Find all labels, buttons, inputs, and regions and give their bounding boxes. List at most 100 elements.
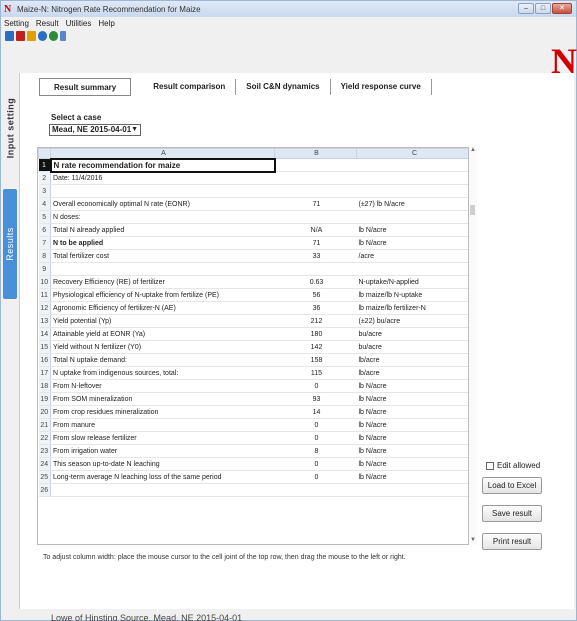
grid-cell-a[interactable] bbox=[50, 483, 275, 497]
row-number[interactable]: 14 bbox=[38, 327, 51, 341]
row-number[interactable]: 21 bbox=[38, 418, 51, 432]
row-number[interactable]: 9 bbox=[38, 262, 51, 276]
grid-cell-b[interactable]: 142 bbox=[274, 340, 357, 354]
grid-cell-a[interactable]: Physiological efficiency of N-uptake fro… bbox=[50, 288, 275, 302]
grid-cell-c[interactable]: lb N/acre bbox=[356, 470, 468, 484]
grid-cell-a[interactable]: Yield without N fertilizer (Y0) bbox=[50, 340, 275, 354]
load-to-excel-button[interactable]: Load to Excel bbox=[482, 477, 542, 494]
grid-cell-b[interactable]: 33 bbox=[274, 249, 357, 263]
column-header-b[interactable]: B bbox=[274, 148, 357, 159]
grid-cell-a[interactable]: Attainable yield at EONR (Ya) bbox=[50, 327, 275, 341]
row-number[interactable]: 15 bbox=[38, 340, 51, 354]
column-header-a[interactable]: A bbox=[50, 148, 275, 159]
edit-allowed-toggle[interactable]: Edit allowed bbox=[486, 461, 540, 470]
grid-cell-c[interactable]: lb N/acre bbox=[356, 223, 468, 237]
grid-cell-a[interactable]: From SOM mineralization bbox=[50, 392, 275, 406]
maximize-button[interactable]: □ bbox=[535, 3, 551, 14]
grid-cell-a[interactable]: From crop residues mineralization bbox=[50, 405, 275, 419]
grid-cell-a[interactable]: From irrigation water bbox=[50, 444, 275, 458]
row-number[interactable]: 16 bbox=[38, 353, 51, 367]
grid-cell-c[interactable]: lb/acre bbox=[356, 353, 468, 367]
grid-cell-a[interactable]: Yield potential (Yp) bbox=[50, 314, 275, 328]
grid-cell-a[interactable]: Total fertilizer cost bbox=[50, 249, 275, 263]
grid-cell-c[interactable] bbox=[356, 158, 468, 172]
grid-cell-b[interactable]: 0 bbox=[274, 418, 357, 432]
grid-cell-c[interactable]: lb N/acre bbox=[356, 392, 468, 406]
grid-cell-c[interactable]: (±27) lb N/acre bbox=[356, 197, 468, 211]
case-select[interactable]: Mead, NE 2015-04-01 ▼ bbox=[49, 124, 141, 136]
side-tab-results[interactable]: Results bbox=[3, 189, 17, 299]
save-icon[interactable] bbox=[38, 31, 47, 41]
grid-cell-b[interactable]: N/A bbox=[274, 223, 357, 237]
grid-cell-b[interactable] bbox=[274, 158, 357, 172]
grid-scrollbar[interactable]: ▲ ▼ bbox=[469, 147, 477, 545]
result-grid[interactable]: A B C 1N rate recommendation for maize 2 D… bbox=[37, 147, 469, 545]
grid-cell-c[interactable]: bu/acre bbox=[356, 327, 468, 341]
menu-result[interactable]: Result bbox=[36, 19, 59, 28]
grid-cell-a[interactable]: Overall economically optimal N rate (EON… bbox=[50, 197, 275, 211]
row-number[interactable]: 2 bbox=[38, 171, 51, 185]
menu-setting[interactable]: Setting bbox=[4, 19, 29, 28]
grid-cell-c[interactable] bbox=[356, 262, 468, 276]
grid-cell-b[interactable]: 0 bbox=[274, 457, 357, 471]
delete-icon[interactable] bbox=[16, 31, 25, 41]
grid-cell-c[interactable]: bu/acre bbox=[356, 340, 468, 354]
row-number[interactable]: 23 bbox=[38, 444, 51, 458]
grid-cell-a[interactable]: From slow release fertilizer bbox=[50, 431, 275, 445]
grid-cell-a[interactable] bbox=[50, 262, 275, 276]
grid-cell-b[interactable]: 180 bbox=[274, 327, 357, 341]
grid-cell-c[interactable] bbox=[356, 171, 468, 185]
grid-cell-a[interactable]: N doses: bbox=[50, 210, 275, 224]
print-result-button[interactable]: Print result bbox=[482, 533, 542, 550]
row-number[interactable]: 11 bbox=[38, 288, 51, 302]
row-number[interactable]: 18 bbox=[38, 379, 51, 393]
grid-cell-c[interactable]: lb N/acre bbox=[356, 444, 468, 458]
row-number[interactable]: 5 bbox=[38, 210, 51, 224]
grid-cell-a[interactable]: N uptake from indigenous sources, total: bbox=[50, 366, 275, 380]
grid-cell-b[interactable]: 8 bbox=[274, 444, 357, 458]
grid-cell-c[interactable] bbox=[356, 483, 468, 497]
row-number[interactable]: 6 bbox=[38, 223, 51, 237]
grid-cell-b[interactable]: 71 bbox=[274, 236, 357, 250]
grid-cell-b[interactable] bbox=[274, 483, 357, 497]
tab-result-summary[interactable]: Result summary bbox=[39, 78, 132, 96]
grid-cell-c[interactable]: (±22) bu/acre bbox=[356, 314, 468, 328]
grid-cell-c[interactable] bbox=[356, 210, 468, 224]
row-number[interactable]: 17 bbox=[38, 366, 51, 380]
grid-cell-b[interactable]: 0.63 bbox=[274, 275, 357, 289]
grid-cell-b[interactable]: 212 bbox=[274, 314, 357, 328]
tab-soil-cn-dynamics[interactable]: Soil C&N dynamics bbox=[240, 78, 325, 96]
row-number[interactable]: 19 bbox=[38, 392, 51, 406]
grid-cell-c[interactable]: lb maize/lb fertilizer-N bbox=[356, 301, 468, 315]
grid-cell-c[interactable]: N-uptake/N-applied bbox=[356, 275, 468, 289]
close-button[interactable]: ✕ bbox=[552, 3, 572, 14]
grid-cell-a[interactable] bbox=[50, 184, 275, 198]
grid-cell-b[interactable] bbox=[274, 171, 357, 185]
grid-cell-b[interactable]: 158 bbox=[274, 353, 357, 367]
grid-cell-a[interactable]: Long-term average N leaching loss of the… bbox=[50, 470, 275, 484]
grid-cell-b[interactable] bbox=[274, 184, 357, 198]
grid-cell-b[interactable]: 71 bbox=[274, 197, 357, 211]
menu-help[interactable]: Help bbox=[98, 19, 114, 28]
grid-cell-b[interactable]: 115 bbox=[274, 366, 357, 380]
grid-cell-a[interactable]: This season up-to-date N leaching bbox=[50, 457, 275, 471]
grid-cell-a[interactable]: From manure bbox=[50, 418, 275, 432]
edit-allowed-checkbox[interactable] bbox=[486, 461, 494, 470]
row-number[interactable]: 12 bbox=[38, 301, 51, 315]
grid-cell-b[interactable]: 36 bbox=[274, 301, 357, 315]
scroll-thumb[interactable] bbox=[470, 205, 475, 215]
grid-cell-b[interactable] bbox=[274, 210, 357, 224]
grid-cell-c[interactable]: lb maize/lb N-uptake bbox=[356, 288, 468, 302]
grid-cell-a[interactable]: N to be applied bbox=[50, 236, 275, 250]
menu-utilities[interactable]: Utilities bbox=[66, 19, 92, 28]
row-number[interactable]: 25 bbox=[38, 470, 51, 484]
grid-cell-a[interactable]: From N-leftover bbox=[50, 379, 275, 393]
grid-cell-b[interactable]: 0 bbox=[274, 470, 357, 484]
row-number[interactable]: 26 bbox=[38, 483, 51, 497]
grid-cell-a[interactable]: Total N uptake demand: bbox=[50, 353, 275, 367]
save-result-button[interactable]: Save result bbox=[482, 505, 542, 522]
grid-cell-c[interactable]: lb N/acre bbox=[356, 457, 468, 471]
grid-cell-b[interactable]: 0 bbox=[274, 379, 357, 393]
grid-cell-b[interactable]: 93 bbox=[274, 392, 357, 406]
row-number[interactable]: 13 bbox=[38, 314, 51, 328]
